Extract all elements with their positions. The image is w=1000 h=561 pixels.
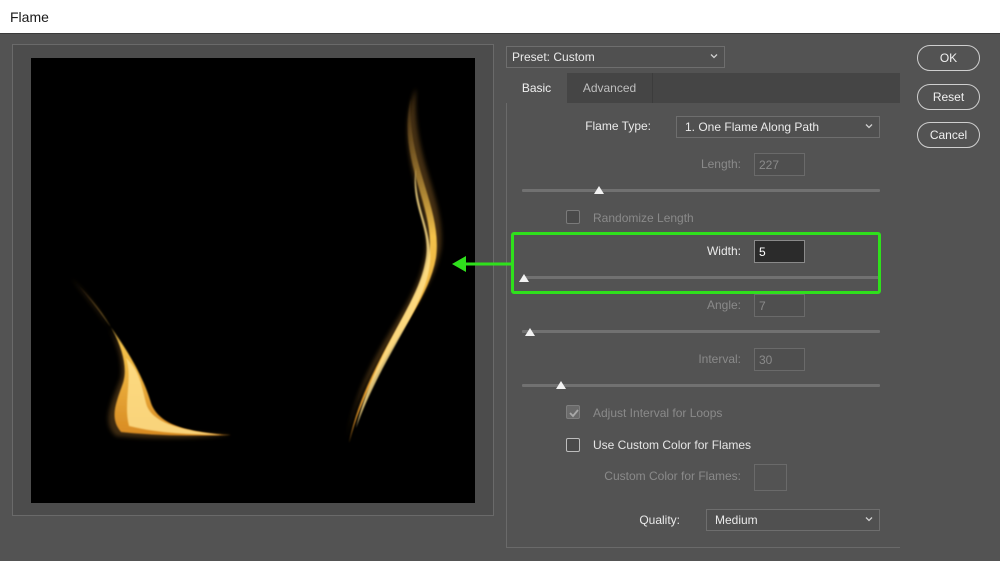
window-title: Flame [10,9,49,25]
tab-bar: Basic Advanced [506,73,900,103]
tab-advanced[interactable]: Advanced [567,73,653,103]
left-flame [71,278,231,439]
custom-color-checkbox[interactable] [566,438,580,452]
interval-slider-track[interactable] [522,384,880,387]
interval-input[interactable]: 30 [754,348,805,371]
tab-basic[interactable]: Basic [506,73,567,103]
quality-label: Quality: [639,513,680,527]
angle-slider-thumb[interactable] [525,328,535,336]
angle-input[interactable]: 7 [754,294,805,317]
width-highlight-box [511,232,881,294]
flame-type-dropdown[interactable]: 1. One Flame Along Path [676,116,880,138]
chevron-down-icon [710,54,718,59]
chevron-down-icon [865,124,873,129]
length-label: Length: [700,157,741,171]
flame-type-value: 1. One Flame Along Path [685,120,820,134]
custom-color-swatch-label: Custom Color for Flames: [604,469,741,483]
randomize-length-label: Randomize Length [593,211,694,225]
reset-button[interactable]: Reset [917,84,980,110]
title-bar: Flame [0,0,1000,34]
angle-slider-track[interactable] [522,330,880,333]
flame-type-label: Flame Type: [585,119,651,133]
cancel-button[interactable]: Cancel [917,122,980,148]
adjust-interval-checkbox[interactable] [566,405,580,419]
flame-preview [31,58,475,503]
interval-label: Interval: [698,352,741,366]
ok-button[interactable]: OK [917,45,980,71]
quality-value: Medium [715,513,758,527]
angle-label: Angle: [706,298,741,312]
preset-value: Preset: Custom [512,50,595,64]
chevron-down-icon [865,517,873,522]
adjust-interval-label: Adjust Interval for Loops [593,406,723,420]
annotation-arrow-icon [452,256,512,272]
custom-color-label: Use Custom Color for Flames [593,438,752,452]
right-flame [346,88,442,443]
interval-slider-thumb[interactable] [556,381,566,389]
flame-preview-image [71,88,442,443]
length-input[interactable]: 227 [754,153,805,176]
randomize-length-checkbox[interactable] [566,210,580,224]
length-slider-thumb[interactable] [594,186,604,194]
quality-dropdown[interactable]: Medium [706,509,880,531]
preset-dropdown[interactable]: Preset: Custom [506,46,725,68]
length-slider-track[interactable] [522,189,880,192]
checkmark-icon [569,409,579,418]
custom-color-swatch[interactable] [754,464,787,491]
